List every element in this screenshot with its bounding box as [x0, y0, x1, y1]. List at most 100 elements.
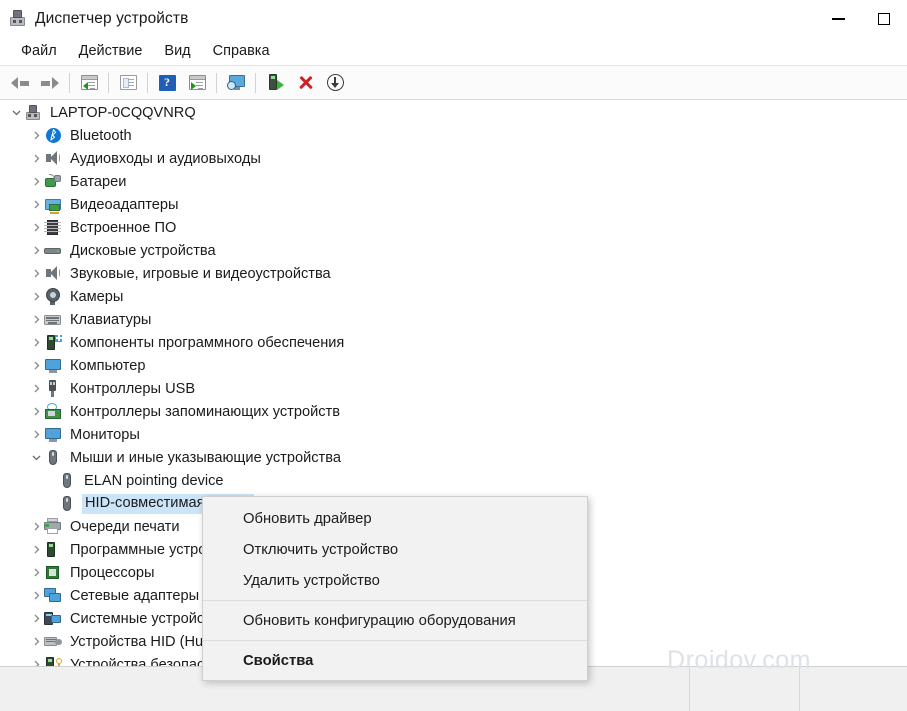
- properties-icon: [120, 75, 137, 90]
- chevron-right-icon[interactable]: [28, 361, 44, 370]
- chevron-right-icon[interactable]: [28, 246, 44, 255]
- tree-item-firmware[interactable]: Встроенное ПО: [0, 216, 907, 239]
- update-driver-button[interactable]: [260, 69, 290, 97]
- tree-item-keyboards[interactable]: Клавиатуры: [0, 308, 907, 331]
- bluetooth-icon: ᛒ: [44, 127, 62, 145]
- tree-item-storage-controllers[interactable]: Контроллеры запоминающих устройств: [0, 400, 907, 423]
- chevron-right-icon[interactable]: [28, 522, 44, 531]
- battery-icon: [44, 173, 62, 191]
- disk-drive-icon: [44, 242, 62, 260]
- chevron-right-icon[interactable]: [28, 384, 44, 393]
- update-driver-icon: [267, 74, 284, 91]
- context-menu-separator: [203, 640, 587, 641]
- chevron-right-icon[interactable]: [28, 338, 44, 347]
- tree-item-mice[interactable]: Мыши и иные указывающие устройства: [0, 446, 907, 469]
- scan-hardware-changes-button[interactable]: [221, 69, 251, 97]
- uninstall-device-button[interactable]: [290, 69, 320, 97]
- chevron-right-icon[interactable]: [28, 430, 44, 439]
- chevron-right-icon[interactable]: [28, 154, 44, 163]
- maximize-button[interactable]: [861, 0, 907, 38]
- chevron-right-icon[interactable]: [28, 614, 44, 623]
- printer-icon: [44, 518, 62, 536]
- tree-item-label: Мониторы: [68, 427, 140, 443]
- help-button[interactable]: ?: [152, 69, 182, 97]
- chevron-right-icon[interactable]: [28, 637, 44, 646]
- chevron-down-icon[interactable]: [8, 108, 24, 117]
- context-menu[interactable]: Обновить драйвер Отключить устройство Уд…: [202, 496, 588, 681]
- chevron-right-icon[interactable]: [28, 292, 44, 301]
- tree-item-usb-controllers[interactable]: Контроллеры USB: [0, 377, 907, 400]
- chevron-right-icon[interactable]: [28, 568, 44, 577]
- tree-item-label: Контроллеры USB: [68, 381, 195, 397]
- menu-item-view[interactable]: Вид: [153, 41, 201, 62]
- chevron-right-icon[interactable]: [28, 315, 44, 324]
- software-component-icon: [44, 334, 62, 352]
- properties-button[interactable]: [113, 69, 143, 97]
- forward-button[interactable]: [35, 69, 65, 97]
- toolbar-separator: [255, 73, 256, 93]
- mouse-icon: [44, 449, 62, 467]
- minimize-icon: [832, 18, 845, 20]
- mouse-icon: [58, 495, 76, 513]
- tree-item-batteries[interactable]: Батареи: [0, 170, 907, 193]
- chevron-down-icon[interactable]: [28, 453, 44, 462]
- toolbar: ?: [0, 66, 907, 100]
- tree-item-label: Сетевые адаптеры: [68, 588, 199, 604]
- context-menu-item-update-driver[interactable]: Обновить драйвер: [203, 503, 587, 534]
- hid-device-icon: [44, 633, 62, 651]
- action-icon: [189, 75, 206, 90]
- back-arrow-icon: [11, 76, 29, 90]
- tree-item-software-components[interactable]: Компоненты программного обеспечения: [0, 331, 907, 354]
- tree-item-label: Батареи: [68, 174, 126, 190]
- scan-for-hardware-changes-icon: [227, 75, 246, 91]
- help-icon: ?: [159, 75, 176, 91]
- chevron-right-icon[interactable]: [28, 269, 44, 278]
- context-menu-item-properties[interactable]: Свойства: [203, 645, 587, 676]
- chevron-right-icon[interactable]: [28, 407, 44, 416]
- keyboard-icon: [44, 311, 62, 329]
- chevron-right-icon[interactable]: [28, 131, 44, 140]
- tree-root-row[interactable]: LAPTOP-0CQQVNRQ: [0, 101, 907, 124]
- tree-item-label: Видеоадаптеры: [68, 197, 179, 213]
- uninstall-device-icon: [297, 74, 314, 91]
- back-button[interactable]: [5, 69, 35, 97]
- context-menu-item-scan-hardware-changes[interactable]: Обновить конфигурацию оборудования: [203, 605, 587, 636]
- show-hide-console-tree-button[interactable]: [74, 69, 104, 97]
- system-device-icon: [44, 610, 62, 628]
- chevron-right-icon[interactable]: [28, 177, 44, 186]
- context-menu-item-disable-device[interactable]: Отключить устройство: [203, 534, 587, 565]
- download-button[interactable]: [320, 69, 350, 97]
- minimize-button[interactable]: [815, 0, 861, 38]
- chevron-right-icon[interactable]: [28, 200, 44, 209]
- tree-item-computer[interactable]: Компьютер: [0, 354, 907, 377]
- tree-item-cameras[interactable]: Камеры: [0, 285, 907, 308]
- network-adapter-icon: [44, 587, 62, 605]
- tree-item-elan-pointing-device[interactable]: ELAN pointing device: [0, 469, 907, 492]
- tree-item-monitors[interactable]: Мониторы: [0, 423, 907, 446]
- mouse-icon: [58, 472, 76, 490]
- tree-item-label: Компоненты программного обеспечения: [68, 335, 344, 351]
- chevron-right-icon[interactable]: [28, 545, 44, 554]
- tree-item-audio-io[interactable]: Аудиовходы и аудиовыходы: [0, 147, 907, 170]
- chevron-right-icon[interactable]: [28, 591, 44, 600]
- monitor-icon: [44, 426, 62, 444]
- tree-item-label: Клавиатуры: [68, 312, 151, 328]
- action-button[interactable]: [182, 69, 212, 97]
- tree-item-disk-drives[interactable]: Дисковые устройства: [0, 239, 907, 262]
- tree-item-sound-video-game[interactable]: Звуковые, игровые и видеоустройства: [0, 262, 907, 285]
- download-icon: [327, 74, 344, 91]
- menu-item-action[interactable]: Действие: [68, 41, 154, 62]
- tree-item-label: Контроллеры запоминающих устройств: [68, 404, 340, 420]
- tree-item-label: Очереди печати: [68, 519, 179, 535]
- context-menu-item-uninstall-device[interactable]: Удалить устройство: [203, 565, 587, 596]
- menu-item-help[interactable]: Справка: [202, 41, 281, 62]
- tree-item-display-adapters[interactable]: Видеоадаптеры: [0, 193, 907, 216]
- context-menu-separator: [203, 600, 587, 601]
- chevron-right-icon[interactable]: [28, 223, 44, 232]
- menu-item-file[interactable]: Файл: [10, 41, 68, 62]
- tree-item-label: ELAN pointing device: [82, 473, 224, 489]
- tree-item-label: Компьютер: [68, 358, 146, 374]
- tree-item-bluetooth[interactable]: ᛒ Bluetooth: [0, 124, 907, 147]
- tree-item-label: Bluetooth: [68, 128, 132, 144]
- title-bar: Диспетчер устройств: [0, 0, 907, 38]
